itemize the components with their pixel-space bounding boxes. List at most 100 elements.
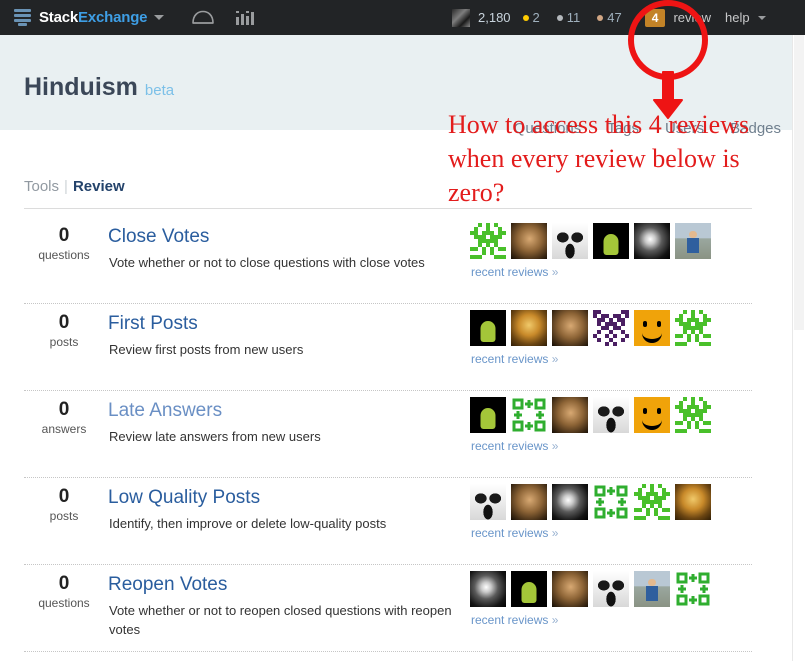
avatar-bw-swirl[interactable] xyxy=(470,571,506,607)
avatar-green-arrow-identicon[interactable] xyxy=(511,397,547,433)
recent-reviews-link[interactable]: recent reviews » xyxy=(471,526,558,540)
topbar-left-group: StackExchange xyxy=(0,0,266,35)
row-divider xyxy=(24,651,752,652)
silver-badge-group[interactable]: 11 xyxy=(556,10,588,25)
avatar-green-identicon[interactable] xyxy=(675,310,711,346)
help-chevron-down-icon[interactable] xyxy=(757,15,766,20)
avatar-photo-man[interactable] xyxy=(552,571,588,607)
avatar-photo-wolf[interactable] xyxy=(552,223,588,259)
bronze-badge-count: 47 xyxy=(607,10,622,25)
avatar-photo-man[interactable] xyxy=(511,484,547,520)
breadcrumb: Tools | Review xyxy=(24,178,125,195)
avatar-photo-ganesha[interactable] xyxy=(511,310,547,346)
avatar-person-street[interactable] xyxy=(675,223,711,259)
topnav-review-link[interactable]: review xyxy=(673,10,711,25)
avatar-green-arrow-identicon[interactable] xyxy=(675,571,711,607)
double-chevron-right-icon: » xyxy=(551,526,559,540)
review-count-block: 0 posts xyxy=(28,486,100,524)
review-count: 0 xyxy=(58,573,70,594)
avatar-photo-man[interactable] xyxy=(552,310,588,346)
avatar-photo-man[interactable] xyxy=(552,397,588,433)
site-title[interactable]: Hinduism beta xyxy=(24,73,174,102)
avatar-smiley-face[interactable] xyxy=(634,310,670,346)
top-navigation-bar: StackExchange 2,180 2 11 47 4 review hel… xyxy=(0,0,805,35)
bronze-badge-icon xyxy=(597,14,604,21)
recent-reviews-link[interactable]: recent reviews » xyxy=(471,613,558,627)
site-name: Hinduism xyxy=(24,73,138,101)
silver-badge-count: 11 xyxy=(566,10,581,25)
wordmark-stack: Stack xyxy=(39,9,79,26)
review-queue-title-link[interactable]: Low Quality Posts xyxy=(108,486,260,509)
wordmark-exchange: Exchange xyxy=(78,9,148,26)
stack-exchange-wordmark[interactable]: StackExchange xyxy=(39,9,147,26)
review-queue-title-link[interactable]: Close Votes xyxy=(108,225,209,248)
reputation-score[interactable]: 2,180 xyxy=(478,10,511,25)
review-queue-title-link[interactable]: First Posts xyxy=(108,312,198,335)
avatar-green-identicon[interactable] xyxy=(634,484,670,520)
review-count: 0 xyxy=(58,225,70,246)
avatar-green-arrow-identicon[interactable] xyxy=(593,484,629,520)
recent-reviews-link[interactable]: recent reviews » xyxy=(471,265,558,279)
bronze-badge-group[interactable]: 47 xyxy=(597,10,628,25)
stack-exchange-logo-icon[interactable] xyxy=(14,9,31,26)
annotation-text: How to access this 4 reviews when every … xyxy=(448,110,750,207)
recent-reviews-label: recent reviews xyxy=(471,526,549,540)
identicon-glyph xyxy=(593,310,629,346)
review-queue-description: Identify, then improve or delete low-qua… xyxy=(109,516,387,531)
gold-badge-icon xyxy=(522,14,529,21)
recent-reviews-link[interactable]: recent reviews » xyxy=(471,352,558,366)
review-queue-row: 0 questions Reopen Votes Vote whether or no… xyxy=(0,565,793,652)
avatar-android-logo[interactable] xyxy=(470,310,506,346)
avatar-person-street[interactable] xyxy=(634,571,670,607)
recent-reviewer-avatars xyxy=(470,571,711,607)
avatar-bw-swirl[interactable] xyxy=(634,223,670,259)
identicon-glyph xyxy=(470,223,506,259)
gold-badge-group[interactable]: 2 xyxy=(522,10,547,25)
avatar-photo-wolf[interactable] xyxy=(593,571,629,607)
avatar-android-logo[interactable] xyxy=(511,571,547,607)
review-count-unit: questions xyxy=(38,248,90,262)
achievements-chart-icon[interactable] xyxy=(224,0,266,35)
recent-reviewer-avatars xyxy=(470,484,711,520)
avatar-photo-man[interactable] xyxy=(511,223,547,259)
avatar-smiley-face[interactable] xyxy=(634,397,670,433)
avatar-photo-wolf[interactable] xyxy=(593,397,629,433)
breadcrumb-tools[interactable]: Tools xyxy=(24,178,59,195)
inbox-icon[interactable] xyxy=(182,0,224,35)
review-queue-row: 0 posts Low Quality Posts Identify, then im… xyxy=(0,478,793,565)
avatar-bw-swirl[interactable] xyxy=(552,484,588,520)
identicon-glyph xyxy=(594,485,628,519)
silver-badge-icon xyxy=(556,14,563,21)
avatar-photo-ganesha[interactable] xyxy=(675,484,711,520)
double-chevron-right-icon: » xyxy=(551,352,559,366)
review-queue-row: 0 questions Close Votes Vote whether or not… xyxy=(0,217,793,304)
review-queue-title-link[interactable]: Reopen Votes xyxy=(108,573,227,596)
recent-reviews-label: recent reviews xyxy=(471,265,549,279)
review-queue-title-link[interactable]: Late Answers xyxy=(108,399,222,422)
review-count-block: 0 answers xyxy=(28,399,100,437)
avatar-photo-wolf[interactable] xyxy=(470,484,506,520)
avatar-android-logo[interactable] xyxy=(470,397,506,433)
topnav-help-link[interactable]: help xyxy=(725,10,750,25)
scrollbar[interactable] xyxy=(792,0,805,661)
identicon-glyph xyxy=(676,572,710,606)
recent-reviewer-avatars xyxy=(470,310,711,346)
review-count-unit: answers xyxy=(41,422,87,436)
beta-label: beta xyxy=(144,82,175,99)
breadcrumb-separator: | xyxy=(64,178,68,195)
recent-reviews-link[interactable]: recent reviews » xyxy=(471,439,558,453)
avatar-green-identicon[interactable] xyxy=(675,397,711,433)
avatar-android-logo[interactable] xyxy=(593,223,629,259)
avatar-green-identicon[interactable] xyxy=(470,223,506,259)
review-queue-description: Vote whether or not to reopen closed que… xyxy=(109,603,452,637)
review-count: 0 xyxy=(58,399,70,420)
identicon-glyph xyxy=(675,310,711,346)
avatar[interactable] xyxy=(452,8,470,27)
identicon-glyph xyxy=(634,484,670,520)
review-count: 0 xyxy=(58,312,70,333)
avatar-purple-identicon[interactable] xyxy=(593,310,629,346)
chevron-down-icon[interactable] xyxy=(154,15,165,20)
review-queue-badge[interactable]: 4 xyxy=(644,8,666,27)
review-count-unit: posts xyxy=(49,509,79,523)
breadcrumb-review: Review xyxy=(72,178,125,195)
